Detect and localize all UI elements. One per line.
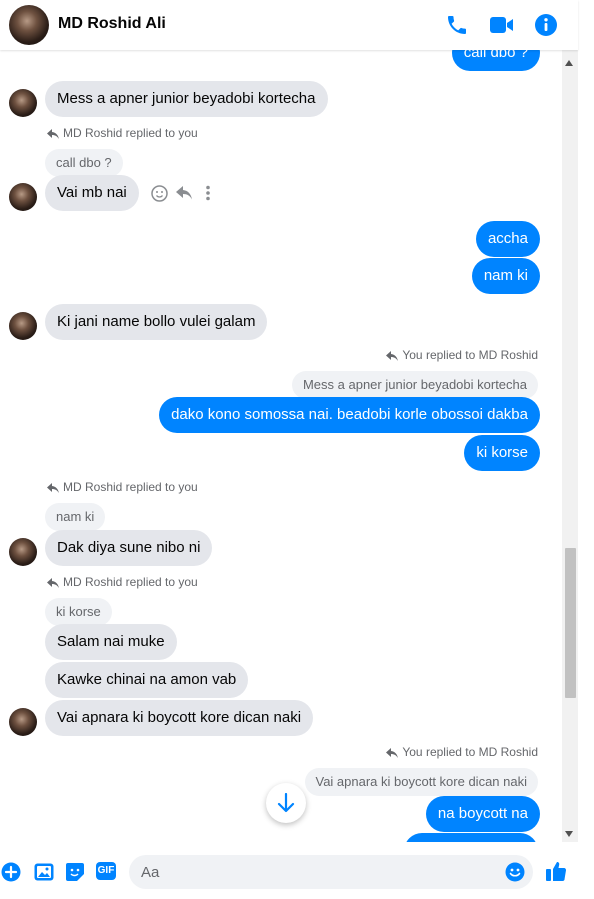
chat-header: MD Roshid Ali	[0, 0, 578, 50]
quoted-message[interactable]: ki korse	[45, 598, 112, 626]
reply-note-text: MD Roshid replied to you	[63, 126, 198, 140]
reply-indicator: You replied to MD Roshid	[386, 348, 538, 362]
contact-name[interactable]: MD Roshid Ali	[58, 15, 166, 33]
sender-avatar	[9, 708, 37, 736]
message-list[interactable]: call dbo ? Mess a apner junior beyadobi …	[0, 50, 562, 842]
info-icon[interactable]	[534, 13, 558, 37]
scroll-down-icon	[277, 793, 295, 813]
outgoing-message[interactable]: na boycott na	[425, 796, 540, 832]
outgoing-message[interactable]: dako kono somossa nai. beadobi korle obo…	[159, 397, 540, 433]
reply-icon[interactable]	[176, 186, 192, 205]
reply-indicator: MD Roshid replied to you	[47, 126, 198, 140]
reply-indicator: You replied to MD Roshid	[386, 745, 538, 759]
plus-icon[interactable]	[1, 862, 21, 887]
scrollbar-thumb[interactable]	[565, 548, 576, 698]
gif-icon[interactable]: GIF	[96, 862, 116, 880]
scroll-up-arrow[interactable]	[565, 60, 573, 66]
message-input[interactable]: Aa	[129, 855, 533, 889]
incoming-message[interactable]: Kawke chinai na amon vab	[45, 662, 249, 698]
incoming-message[interactable]: Dak diya sune nibo ni	[45, 530, 213, 566]
incoming-message[interactable]: Mess a apner junior beyadobi kortecha	[45, 81, 328, 117]
scrollbar[interactable]	[562, 50, 578, 842]
sender-avatar	[9, 183, 37, 211]
smile-reaction-icon[interactable]	[151, 185, 168, 207]
reply-arrow-icon	[47, 578, 59, 588]
reply-note-text: You replied to MD Roshid	[402, 348, 538, 362]
phone-icon[interactable]	[445, 13, 469, 37]
reply-note-text: MD Roshid replied to you	[63, 575, 198, 589]
quoted-message[interactable]: call dbo ?	[45, 149, 123, 177]
outgoing-message[interactable]: accha	[475, 221, 540, 257]
outgoing-message-partial[interactable]	[404, 833, 538, 842]
incoming-message[interactable]: Salam nai muke	[45, 624, 177, 660]
video-icon[interactable]	[489, 13, 513, 37]
sender-avatar	[9, 312, 37, 340]
image-icon[interactable]	[34, 862, 54, 887]
outgoing-message[interactable]: call dbo ?	[451, 50, 540, 71]
quoted-message[interactable]: Vai apnara ki boycott kore dican naki	[304, 768, 538, 796]
quoted-message[interactable]: nam ki	[45, 503, 106, 531]
sender-avatar	[9, 538, 37, 566]
sticker-icon[interactable]	[65, 862, 85, 887]
reply-indicator: MD Roshid replied to you	[47, 480, 198, 494]
message-input-placeholder: Aa	[141, 864, 160, 881]
reply-note-text: MD Roshid replied to you	[63, 480, 198, 494]
reply-arrow-icon	[47, 483, 59, 493]
incoming-message[interactable]: Vai mb nai	[45, 175, 139, 211]
scroll-down-button[interactable]	[266, 783, 306, 823]
reply-arrow-icon	[386, 351, 399, 361]
outgoing-message[interactable]: ki korse	[464, 435, 540, 471]
reply-arrow-icon	[47, 129, 59, 139]
incoming-message[interactable]: Vai apnara ki boycott kore dican naki	[45, 700, 314, 736]
reply-arrow-icon	[386, 748, 399, 758]
emoji-icon[interactable]	[505, 862, 525, 887]
contact-avatar[interactable]	[9, 5, 49, 45]
sender-avatar	[9, 89, 37, 117]
outgoing-message[interactable]: nam ki	[471, 258, 540, 294]
scroll-down-arrow[interactable]	[565, 831, 573, 837]
incoming-message[interactable]: Ki jani name bollo vulei galam	[45, 304, 268, 340]
like-icon[interactable]	[545, 860, 567, 887]
reply-note-text: You replied to MD Roshid	[402, 745, 538, 759]
more-icon[interactable]	[205, 185, 211, 206]
quoted-message[interactable]: Mess a apner junior beyadobi kortecha	[291, 371, 538, 399]
reply-indicator: MD Roshid replied to you	[47, 575, 198, 589]
